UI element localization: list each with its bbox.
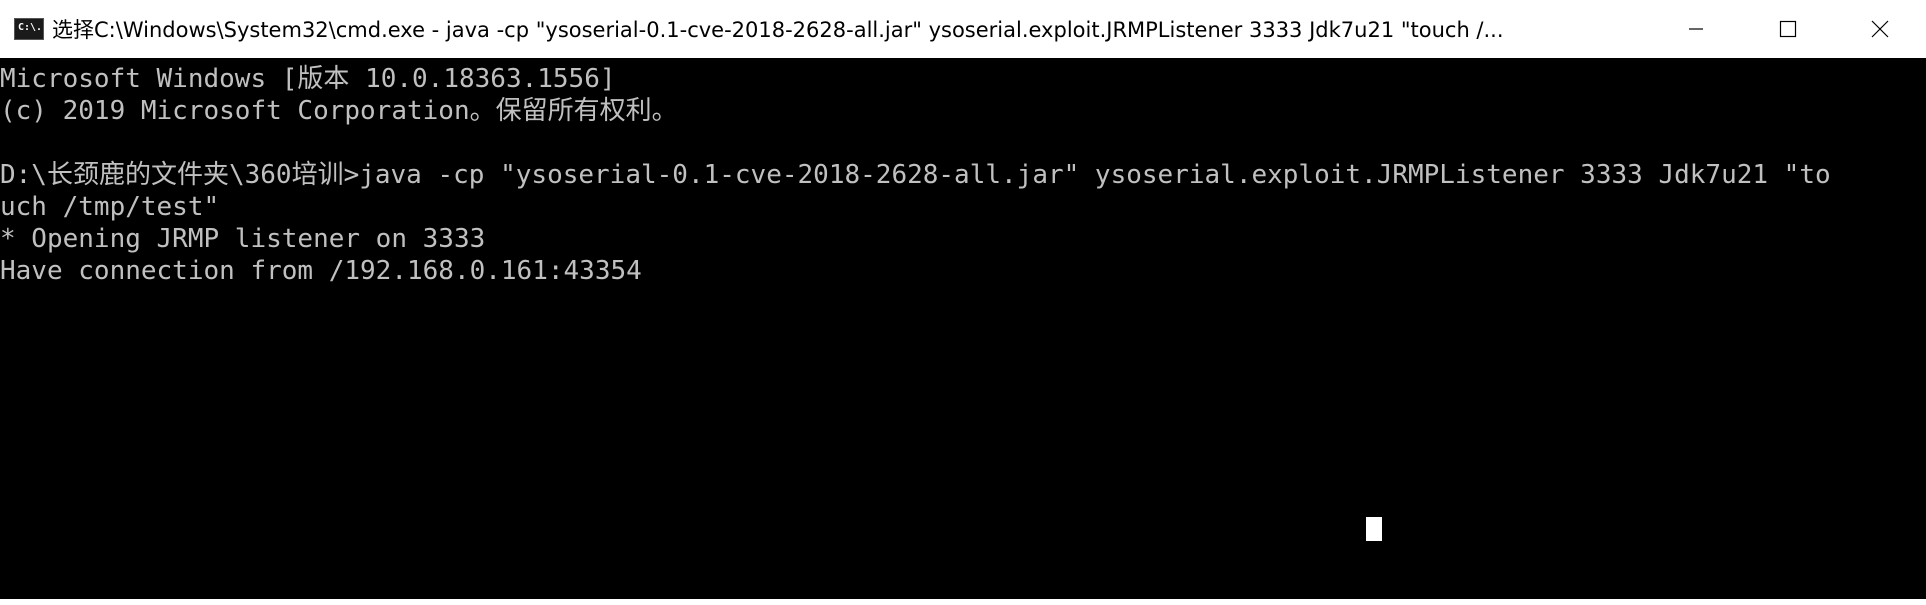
- title-bar[interactable]: C:\. 选择C:\Windows\System32\cmd.exe - jav…: [0, 0, 1926, 58]
- text-cursor: [1366, 517, 1382, 541]
- console-line-connection: Have connection from /192.168.0.161:4335…: [0, 256, 642, 286]
- console-output-area[interactable]: Microsoft Windows [版本 10.0.18363.1556] (c…: [0, 58, 1926, 599]
- console-line-listener: * Opening JRMP listener on 3333: [0, 224, 486, 254]
- close-button[interactable]: [1834, 0, 1926, 58]
- console-line-blank: [0, 127, 1926, 159]
- cmd-app-icon[interactable]: C:\.: [14, 18, 44, 40]
- console-text: Microsoft Windows [版本 10.0.18363.1556] (c…: [0, 58, 1926, 287]
- minimize-icon: [1689, 28, 1703, 30]
- minimize-button[interactable]: [1650, 0, 1742, 58]
- console-line-version: Microsoft Windows [版本 10.0.18363.1556]: [0, 64, 616, 94]
- window-title: 选择C:\Windows\System32\cmd.exe - java -cp…: [52, 18, 1504, 42]
- window-bottom-border: [0, 599, 1926, 605]
- console-line-copyright: (c) 2019 Microsoft Corporation。保留所有权利。: [0, 96, 678, 126]
- close-icon: [1871, 20, 1889, 38]
- cmd-window: C:\. 选择C:\Windows\System32\cmd.exe - jav…: [0, 0, 1926, 605]
- maximize-button[interactable]: [1742, 0, 1834, 58]
- cmd-icon-prompt: C:\.: [18, 22, 43, 33]
- console-line-command: D:\长颈鹿的文件夹\360培训>java -cp "ysoserial-0.1…: [0, 160, 1831, 190]
- console-line-command-wrap: uch /tmp/test": [0, 192, 220, 222]
- maximize-icon: [1779, 20, 1797, 38]
- window-controls: [1650, 0, 1926, 58]
